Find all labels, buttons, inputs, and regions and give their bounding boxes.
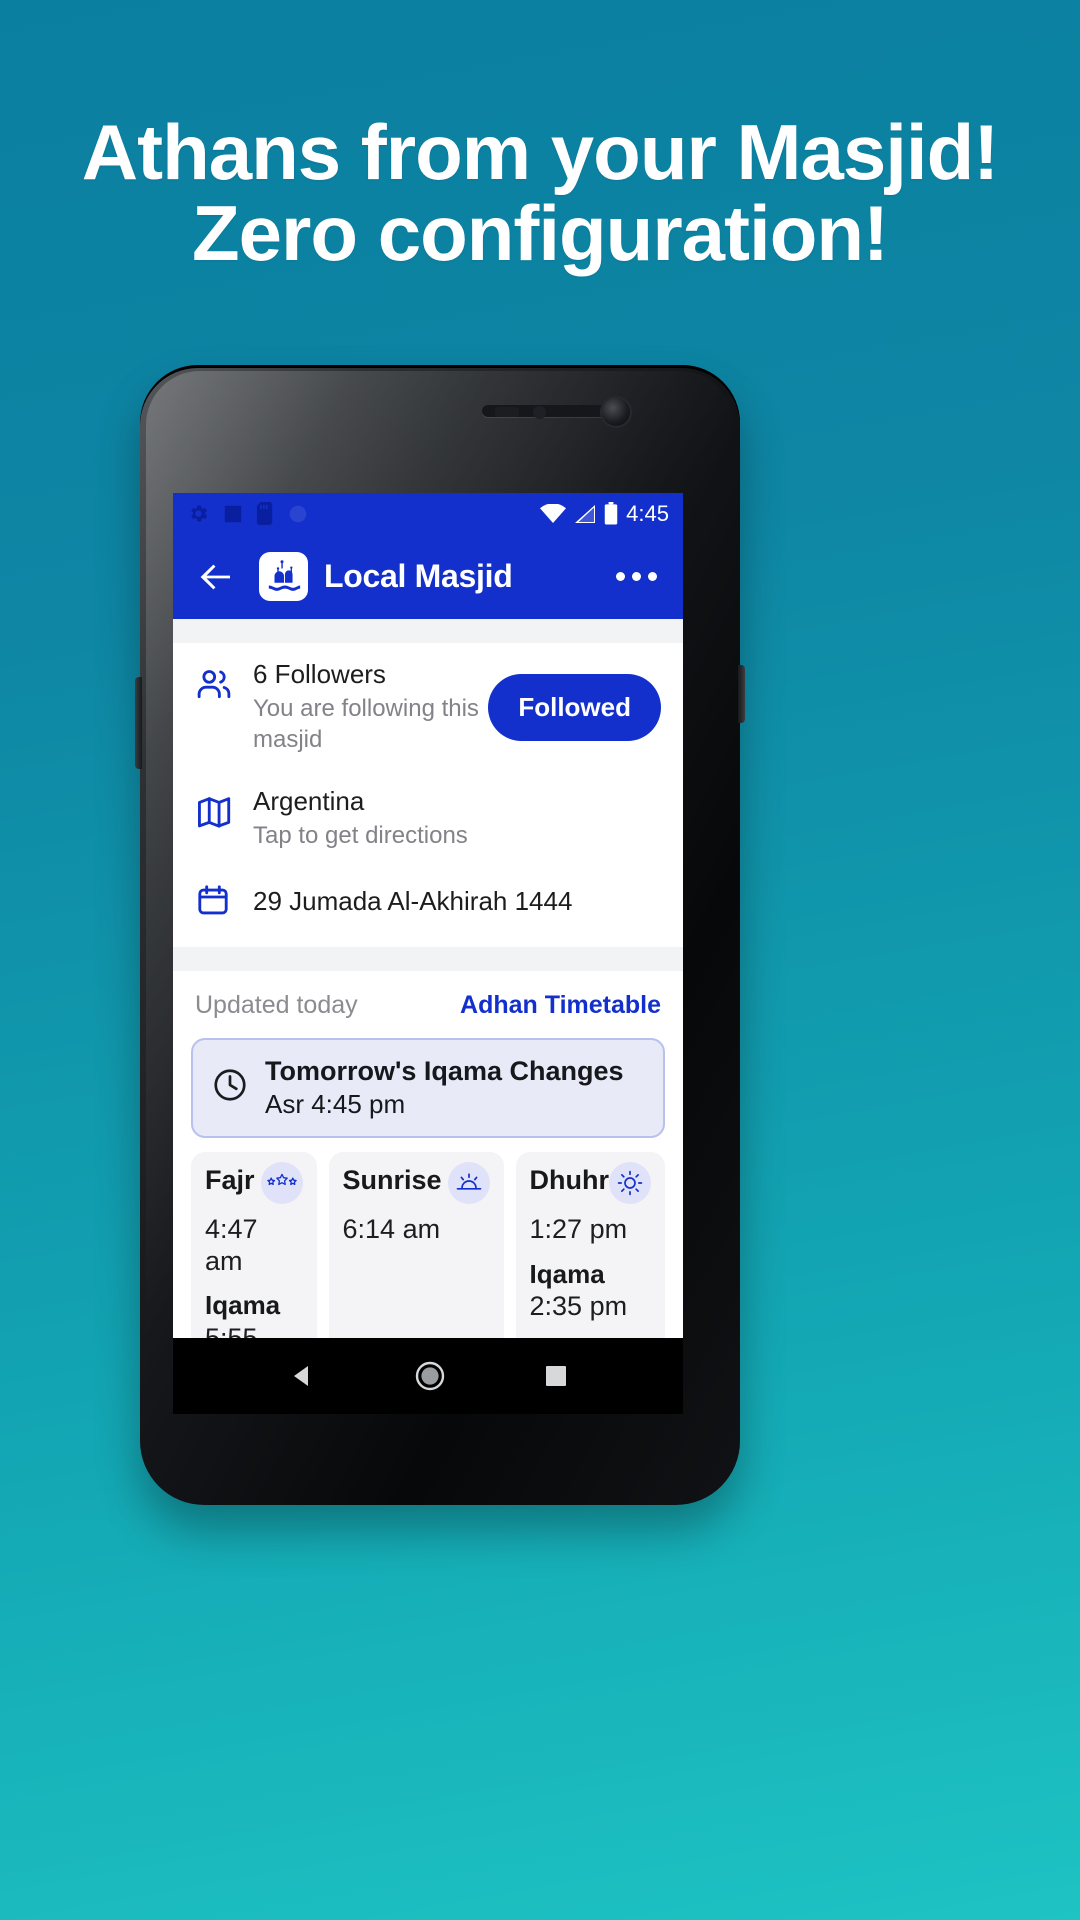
- masjid-logo-icon: [259, 552, 308, 601]
- prayer-card-dhuhr[interactable]: Dhuhr 1:27 pm Iqama 2:35 pm: [515, 1151, 665, 1338]
- promo-headline-line2: Zero configuration!: [192, 189, 889, 278]
- app-bar-title: Local Masjid: [324, 558, 513, 594]
- gear-icon: [191, 505, 208, 522]
- updated-label: Updated today: [195, 990, 358, 1019]
- status-bar: 4:45: [173, 493, 683, 534]
- wifi-icon: [540, 503, 567, 523]
- sunrise-icon: [447, 1161, 490, 1204]
- volume-button[interactable]: [135, 677, 142, 769]
- proximity-sensor-icon: [495, 407, 519, 417]
- sd-card-icon: [256, 502, 273, 525]
- detail-content: 6 Followers You are following this masji…: [173, 619, 683, 1338]
- location-row[interactable]: Argentina Tap to get directions: [173, 770, 683, 866]
- cell-signal-icon: [575, 504, 596, 523]
- front-camera-icon: [602, 398, 630, 426]
- battery-icon: [604, 502, 618, 525]
- circle-icon: [289, 505, 307, 522]
- prayer-iqama-label: Iqama: [205, 1290, 281, 1321]
- iqama-banner-title: Tomorrow's Iqama Changes: [265, 1055, 624, 1086]
- hijri-date-value: 29 Jumada Al-Akhirah 1444: [253, 886, 573, 917]
- calendar-icon: [195, 882, 245, 923]
- prayer-adhan-time: 4:47 am: [205, 1213, 258, 1276]
- prayer-name: Dhuhr: [529, 1164, 609, 1195]
- prayer-times-grid: Fajr 4:47 am Iqama 5:55 am: [173, 1138, 683, 1338]
- iqama-banner-detail: Asr 4:45 pm: [265, 1088, 406, 1119]
- more-options-icon[interactable]: [612, 562, 661, 591]
- sun-icon: [609, 1161, 651, 1204]
- prayer-iqama-time: 2:35 pm: [529, 1290, 628, 1321]
- status-bar-clock: 4:45: [626, 500, 669, 526]
- prayer-name: Sunrise: [342, 1164, 442, 1195]
- followers-subtitle: You are following this masjid: [253, 695, 479, 753]
- triangle-back-icon[interactable]: [287, 1361, 317, 1391]
- timetable-header: Updated today Adhan Timetable: [173, 970, 683, 1030]
- hijri-date-row: 29 Jumada Al-Akhirah 1444: [173, 866, 683, 947]
- phone-screen: 4:45 Local Masjid 6 Followers You are fo…: [173, 493, 683, 1338]
- location-subtitle: Tap to get directions: [253, 821, 468, 849]
- light-sensor-icon: [533, 406, 546, 419]
- followers-row[interactable]: 6 Followers You are following this masji…: [173, 643, 683, 770]
- promo-headline-line1: Athans from your Masjid!: [81, 108, 999, 196]
- iqama-changes-banner[interactable]: Tomorrow's Iqama Changes Asr 4:45 pm: [191, 1037, 665, 1138]
- followed-button[interactable]: Followed: [488, 673, 661, 741]
- prayer-card-fajr[interactable]: Fajr 4:47 am Iqama 5:55 am: [191, 1151, 317, 1338]
- clock-icon: [211, 1066, 255, 1109]
- back-arrow-icon[interactable]: [195, 556, 237, 598]
- prayer-iqama-label: Iqama: [529, 1258, 605, 1289]
- prayer-iqama-time: 5:55 am: [205, 1322, 258, 1338]
- section-divider-strip: [173, 946, 683, 971]
- prayer-card-sunrise[interactable]: Sunrise 6:14 am: [328, 1151, 504, 1338]
- stars-icon: [260, 1161, 303, 1204]
- android-nav-bar: [173, 1338, 683, 1414]
- phone-mockup: 4:45 Local Masjid 6 Followers You are fo…: [135, 365, 745, 1505]
- square-recents-icon[interactable]: [543, 1363, 569, 1389]
- stop-square-icon: [224, 505, 242, 522]
- promo-headline: Athans from your Masjid! Zero configurat…: [0, 111, 1080, 278]
- prayer-adhan-time: 6:14 am: [342, 1213, 441, 1244]
- prayer-name: Fajr: [205, 1164, 255, 1195]
- power-button[interactable]: [738, 665, 745, 723]
- location-name: Argentina: [253, 785, 365, 816]
- map-icon: [195, 786, 245, 835]
- app-bar: Local Masjid: [173, 534, 683, 619]
- circle-home-icon[interactable]: [413, 1359, 447, 1393]
- top-spacer: [173, 619, 683, 643]
- adhan-timetable-link[interactable]: Adhan Timetable: [460, 991, 661, 1020]
- prayer-adhan-time: 1:27 pm: [529, 1213, 628, 1244]
- people-icon: [195, 659, 245, 708]
- followers-count: 6 Followers: [253, 659, 386, 689]
